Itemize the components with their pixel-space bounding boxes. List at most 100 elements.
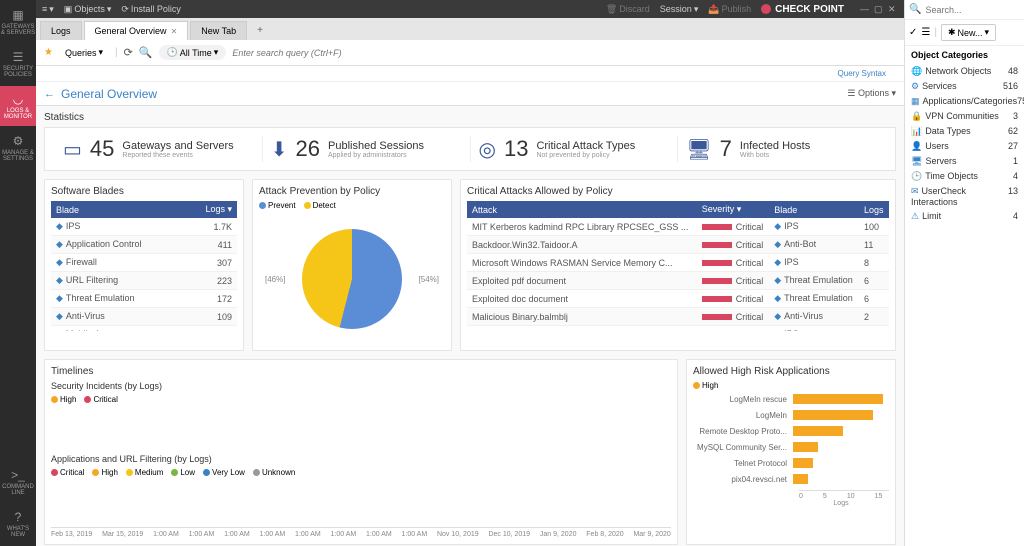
tab-new-tab[interactable]: New Tab — [190, 21, 247, 40]
nav-logs-monitor[interactable]: ◡LOGS & MONITOR — [0, 86, 36, 126]
close-icon[interactable]: ✕ — [888, 4, 898, 14]
table-row[interactable]: ◆Mobile Access63 — [51, 326, 237, 332]
blade-icon: ◆ — [56, 329, 63, 331]
col-logs[interactable]: Logs — [859, 201, 889, 218]
app-legend: CriticalHighMediumLowVery LowUnknown — [51, 468, 671, 477]
attacks-table: Attack Severity ▾ Blade Logs MIT Kerbero… — [467, 201, 889, 331]
search-icon: 🔍 — [909, 4, 921, 15]
category-applications-categories[interactable]: ▦Applications/Categories7517 — [905, 94, 1024, 109]
stat-number: 7 — [720, 136, 732, 162]
maximize-icon[interactable]: ▢ — [874, 4, 884, 14]
new-object-button[interactable]: ✱ New... ▾ — [941, 24, 996, 41]
category-services[interactable]: ⚙Services516 — [905, 79, 1024, 94]
session-menu[interactable]: Session ▾ — [660, 4, 699, 15]
app-filtering-title: Applications and URL Filtering (by Logs) — [51, 454, 671, 464]
panel-title: Attack Prevention by Policy — [259, 186, 445, 197]
col-severity[interactable]: Severity ▾ — [697, 201, 770, 218]
install-policy-button[interactable]: ⟳ Install Policy — [121, 4, 181, 15]
table-row[interactable]: ◆IPS1.7K — [51, 218, 237, 236]
table-row[interactable]: ◆URL Filtering223 — [51, 272, 237, 290]
category-icon: ✉ — [911, 186, 919, 196]
col-logs[interactable]: Logs ▾ — [185, 201, 237, 218]
stat-subtitle: With bots — [740, 152, 810, 159]
table-row[interactable]: ◆Firewall307 — [51, 254, 237, 272]
stat-title: Gateways and Servers — [122, 140, 233, 152]
blade-icon: ◆ — [56, 311, 63, 321]
category-limit[interactable]: ⚠Limit4 — [905, 209, 1024, 224]
nav-what-s-new[interactable]: ?WHAT'S NEW — [0, 504, 36, 544]
table-row[interactable]: ◆Application Control411 — [51, 236, 237, 254]
blade-icon: ◆ — [774, 293, 781, 303]
detect-pct: [46%] — [265, 275, 285, 284]
stat-card: ▭45Gateways and ServersReported these ev… — [55, 136, 263, 162]
category-users[interactable]: 👤Users27 — [905, 139, 1024, 154]
category-usercheck-interactions[interactable]: ✉UserCheck Interactions13 — [905, 184, 1024, 209]
col-attack[interactable]: Attack — [467, 201, 697, 218]
nav-gateways-servers[interactable]: ▦GATEWAYS & SERVERS — [0, 2, 36, 42]
security-incidents-title: Security Incidents (by Logs) — [51, 381, 671, 391]
stat-card: ◎13Critical Attack TypesNot prevented by… — [471, 136, 679, 162]
highrisk-xlabel: Logs — [793, 500, 889, 507]
category-network-objects[interactable]: 🌐Network Objects48 — [905, 64, 1024, 79]
tab-logs[interactable]: Logs — [40, 21, 82, 40]
minimize-icon[interactable]: — — [860, 4, 870, 14]
panel-title: Critical Attacks Allowed by Policy — [467, 186, 889, 197]
table-row[interactable]: Exploited doc documentCritical◆Threat Em… — [467, 290, 889, 308]
stat-number: 45 — [90, 136, 114, 162]
table-row[interactable]: Exploited pdf documentCritical◆Threat Em… — [467, 272, 889, 290]
sec-legend: HighCritical — [51, 395, 671, 404]
pie-chart — [302, 229, 402, 329]
list-view-icon[interactable]: ☰ — [921, 27, 930, 38]
top-toolbar: ≡ ▾ ▣ Objects ▾ ⟳ Install Policy 🗑 Disca… — [36, 0, 904, 18]
category-vpn-communities[interactable]: 🔒VPN Communities3 — [905, 109, 1024, 124]
bar-row: LogMeIn — [693, 410, 889, 420]
stat-icon: 🖥 — [686, 137, 711, 162]
category-icon: 📊 — [911, 126, 922, 136]
query-syntax-link[interactable]: Query Syntax — [830, 65, 894, 82]
timelines-panel: Timelines Security Incidents (by Logs) H… — [44, 359, 678, 545]
bar-row: LogMeIn rescue — [693, 394, 889, 404]
menu-button[interactable]: ≡ ▾ — [42, 4, 54, 15]
nav-security-policies[interactable]: ☰SECURITY POLICIES — [0, 44, 36, 84]
tab-general-overview[interactable]: General Overview ✕ — [84, 21, 189, 40]
nav-manage-settings[interactable]: ⚙MANAGE & SETTINGS — [0, 128, 36, 168]
table-row[interactable]: ◆Anti-Virus109 — [51, 308, 237, 326]
highrisk-legend: High — [702, 381, 718, 390]
time-range-button[interactable]: 🕒 All Time ▾ — [159, 45, 227, 60]
panel-title: Software Blades — [51, 186, 237, 197]
blade-icon: ◆ — [774, 257, 781, 267]
blade-icon: ◆ — [56, 257, 63, 267]
stat-card: ⬇26Published SessionsApplied by administ… — [263, 136, 471, 162]
query-input[interactable] — [232, 48, 896, 58]
publish-button[interactable]: 📤 Publish — [708, 4, 751, 15]
nav-command-line[interactable]: >_COMMAND LINE — [0, 462, 36, 502]
table-row[interactable]: Microsoft Windows RASMAN Service Memory … — [467, 254, 889, 272]
category-icon: 🔒 — [911, 111, 922, 121]
discard-button[interactable]: 🗑 Discard — [606, 4, 650, 15]
breadcrumb: ← General Overview ☰ Options ▾ — [36, 82, 904, 106]
category-data-types[interactable]: 📊Data Types62 — [905, 124, 1024, 139]
category-time-objects[interactable]: 🕒Time Objects4 — [905, 169, 1024, 184]
category-icon: ⚠ — [911, 211, 919, 221]
category-servers[interactable]: 🖥Servers1 — [905, 154, 1024, 169]
table-row[interactable]: Malicious Binary.balmbljCritical◆Anti-Vi… — [467, 308, 889, 326]
table-row[interactable]: MIT Kerberos kadmind RPC Library RPCSEC_… — [467, 218, 889, 236]
tab-add-button[interactable]: + — [249, 21, 271, 40]
back-icon[interactable]: ← — [44, 88, 55, 100]
critical-attacks-panel: Critical Attacks Allowed by Policy Attac… — [460, 179, 896, 351]
options-menu[interactable]: ☰ Options ▾ — [847, 88, 896, 99]
validate-icon[interactable]: ✓ — [909, 27, 917, 38]
objects-menu[interactable]: ▣ Objects ▾ — [64, 4, 112, 15]
table-row[interactable]: Microsoft Windows Remote Desktop Protoco… — [467, 326, 889, 332]
search-icon[interactable]: 🔍 — [139, 46, 153, 59]
blade-icon: ◆ — [774, 221, 781, 231]
queries-button[interactable]: Queries ▾ — [59, 45, 109, 60]
col-blade[interactable]: Blade — [51, 201, 185, 218]
refresh-icon[interactable]: ⟳ — [124, 46, 133, 59]
table-row[interactable]: ◆Threat Emulation172 — [51, 290, 237, 308]
favorite-icon[interactable]: ★ — [44, 47, 53, 58]
tab-close-icon[interactable]: ✕ — [171, 27, 178, 36]
col-blade[interactable]: Blade — [769, 201, 859, 218]
object-search-input[interactable] — [925, 5, 1024, 15]
table-row[interactable]: Backdoor.Win32.Taidoor.ACritical◆Anti-Bo… — [467, 236, 889, 254]
